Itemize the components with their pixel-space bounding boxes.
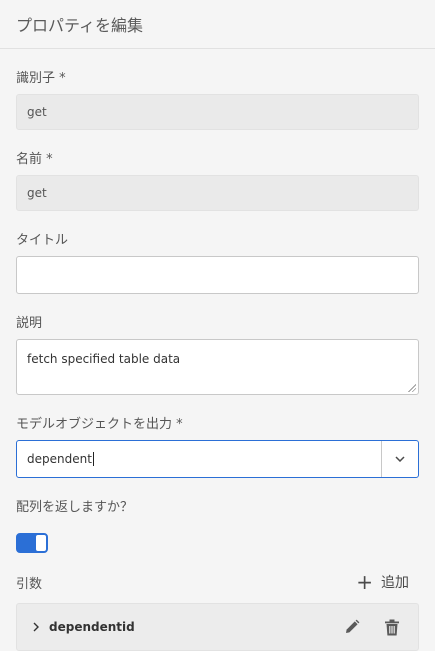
identifier-field[interactable]: get	[16, 94, 419, 130]
arguments-header: 引数 + 追加	[16, 571, 419, 593]
name-label: 名前 *	[16, 152, 53, 167]
add-argument-button[interactable]: + 追加	[356, 572, 409, 592]
return-array-label: 配列を返しますか？	[16, 500, 134, 515]
expand-argument-button[interactable]	[33, 622, 45, 632]
resize-grip-icon[interactable]	[408, 384, 416, 392]
chevron-down-icon	[395, 456, 405, 462]
return-array-toggle[interactable]	[16, 533, 48, 553]
plus-icon: +	[356, 570, 373, 594]
output-model-dropdown-button[interactable]	[381, 441, 418, 477]
arguments-label: 引数	[16, 576, 43, 592]
argument-name: dependentid	[49, 620, 135, 634]
pencil-icon	[346, 619, 360, 633]
edit-argument-button[interactable]	[342, 617, 362, 637]
name-field[interactable]: get	[16, 175, 419, 211]
chevron-right-icon	[33, 622, 39, 632]
output-model-input[interactable]: dependent	[17, 441, 381, 477]
description-text: fetch specified table data	[27, 352, 181, 366]
title-label: タイトル	[16, 233, 69, 248]
identifier-label: 識別子 *	[16, 71, 66, 86]
output-model-label: モデルオブジェクトを出力 *	[16, 417, 183, 432]
panel-header: プロパティを編集	[0, 0, 435, 49]
argument-item[interactable]: dependentid	[16, 603, 419, 651]
delete-argument-button[interactable]	[382, 617, 402, 637]
description-label: 説明	[16, 316, 43, 331]
page-title: プロパティを編集	[16, 16, 144, 35]
output-model-value: dependent	[27, 452, 92, 466]
description-field[interactable]: fetch specified table data	[16, 339, 419, 395]
title-field[interactable]	[16, 256, 419, 294]
trash-icon	[385, 619, 399, 635]
add-argument-label: 追加	[381, 575, 409, 591]
toggle-knob	[36, 535, 46, 551]
output-model-select[interactable]: dependent	[16, 440, 419, 478]
properties-form: 識別子 * get 名前 * get タイトル 説明 fetch specifi…	[0, 71, 435, 651]
text-caret	[92, 452, 94, 466]
argument-actions	[342, 617, 402, 637]
